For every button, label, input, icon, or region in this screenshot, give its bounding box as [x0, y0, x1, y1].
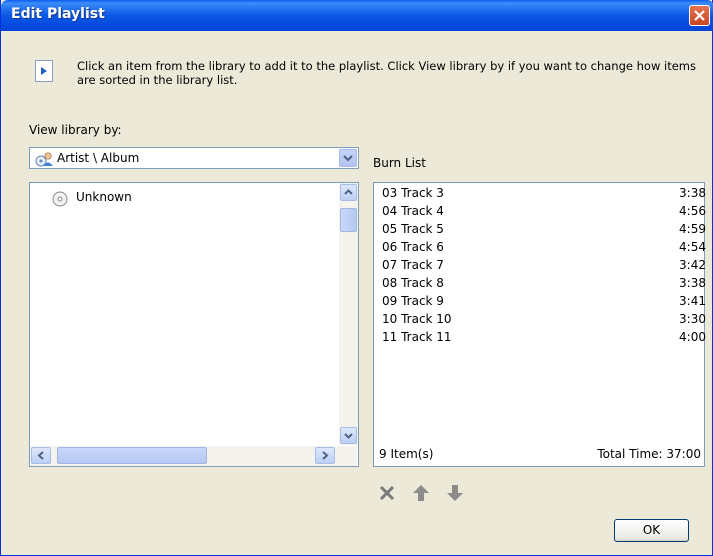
- track-duration: 4:54: [679, 240, 706, 254]
- chevron-up-icon: [344, 189, 353, 195]
- chevron-right-icon: [322, 451, 329, 460]
- dropdown-arrow-button[interactable]: [339, 149, 357, 167]
- track-name: 10 Track 10: [382, 312, 452, 326]
- library-vertical-scrollbar[interactable]: [339, 183, 358, 445]
- track-name: 11 Track 11: [382, 330, 452, 344]
- window-title: Edit Playlist: [11, 6, 105, 22]
- track-duration: 4:59: [679, 222, 706, 236]
- move-down-button[interactable]: [445, 483, 465, 506]
- scroll-right-button[interactable]: [315, 447, 335, 464]
- move-up-button[interactable]: [411, 483, 431, 506]
- scroll-down-button[interactable]: [340, 427, 357, 444]
- artist-album-icon: [34, 151, 54, 170]
- ok-button[interactable]: OK: [614, 519, 689, 542]
- track-row[interactable]: 04 Track 4 4:56: [382, 204, 706, 220]
- close-button[interactable]: [689, 5, 710, 26]
- move-down-icon: [447, 485, 463, 501]
- scroll-up-button[interactable]: [340, 184, 357, 201]
- track-duration: 3:42: [679, 258, 706, 272]
- track-name: 07 Track 7: [382, 258, 444, 272]
- track-name: 04 Track 4: [382, 204, 444, 218]
- track-row[interactable]: 03 Track 3 3:38: [382, 186, 706, 202]
- burn-list[interactable]: 03 Track 3 3:38 04 Track 4 4:56 05 Track 5…: [373, 182, 706, 467]
- item-count: 9 Item(s): [379, 447, 434, 461]
- track-row[interactable]: 08 Track 8 3:38: [382, 276, 706, 292]
- title-bar: Edit Playlist: [1, 0, 713, 31]
- dropdown-value: Artist \ Album: [57, 151, 140, 165]
- track-row[interactable]: 06 Track 6 4:54: [382, 240, 706, 256]
- chevron-down-icon: [344, 433, 353, 439]
- info-icon: [35, 60, 53, 82]
- chevron-left-icon: [37, 451, 44, 460]
- track-row[interactable]: 11 Track 11 4:00: [382, 330, 706, 346]
- close-icon: [694, 10, 705, 21]
- track-duration: 3:41: [679, 294, 706, 308]
- track-duration: 3:38: [679, 276, 706, 290]
- track-name: 05 Track 5: [382, 222, 444, 236]
- burn-list-footer: 9 Item(s) Total Time: 37:00: [379, 447, 701, 463]
- track-duration: 4:00: [679, 330, 706, 344]
- burn-list-label: Burn List: [373, 156, 426, 170]
- track-row[interactable]: 07 Track 7 3:42: [382, 258, 706, 274]
- remove-button[interactable]: [377, 483, 397, 506]
- track-row[interactable]: 09 Track 9 3:41: [382, 294, 706, 310]
- cd-icon: [52, 191, 68, 207]
- instructions-text: Click an item from the library to add it…: [77, 59, 696, 87]
- track-name: 09 Track 9: [382, 294, 444, 308]
- move-up-icon: [413, 485, 429, 501]
- vertical-scroll-thumb[interactable]: [340, 208, 357, 232]
- track-row[interactable]: 05 Track 5 4:59: [382, 222, 706, 238]
- track-row[interactable]: 10 Track 10 3:30: [382, 312, 706, 328]
- total-time: Total Time: 37:00: [597, 447, 701, 461]
- scroll-left-button[interactable]: [31, 447, 51, 464]
- track-name: 03 Track 3: [382, 186, 444, 200]
- library-horizontal-scrollbar[interactable]: [30, 446, 357, 466]
- library-item-label: Unknown: [76, 190, 132, 204]
- edit-playlist-window: Edit Playlist Click an item from the lib…: [0, 0, 713, 556]
- track-name: 06 Track 6: [382, 240, 444, 254]
- horizontal-scroll-thumb[interactable]: [57, 447, 207, 464]
- library-list[interactable]: Unknown: [29, 182, 359, 467]
- chevron-down-icon: [343, 155, 353, 162]
- track-duration: 3:30: [679, 312, 706, 326]
- track-duration: 4:56: [679, 204, 706, 218]
- view-library-dropdown[interactable]: Artist \ Album: [29, 147, 359, 169]
- remove-icon: [379, 485, 395, 501]
- track-name: 08 Track 8: [382, 276, 444, 290]
- view-library-label: View library by:: [29, 123, 122, 137]
- track-duration: 3:38: [679, 186, 706, 200]
